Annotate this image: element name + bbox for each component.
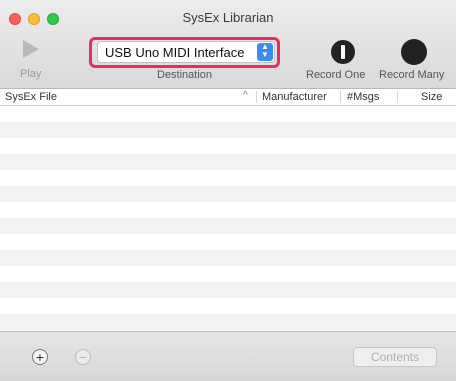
table-row[interactable] — [0, 314, 456, 330]
add-button[interactable]: + — [32, 349, 48, 365]
column-header-manufacturer[interactable]: Manufacturer — [262, 91, 327, 103]
table-row[interactable] — [0, 218, 456, 234]
destination-label: Destination — [157, 69, 213, 81]
table-row[interactable] — [0, 202, 456, 218]
table-row[interactable] — [0, 298, 456, 314]
toolbar: SysEx Librarian Play USB Uno MIDI Interf… — [0, 0, 456, 89]
sysex-file-list[interactable] — [0, 106, 456, 331]
play-button[interactable]: Play — [14, 40, 50, 82]
table-row[interactable] — [0, 154, 456, 170]
record-one-button[interactable] — [331, 40, 355, 64]
contents-button[interactable]: Contents — [353, 347, 437, 367]
column-divider — [256, 91, 257, 103]
table-row[interactable] — [0, 234, 456, 250]
destination-value: USB Uno MIDI Interface — [105, 45, 245, 60]
table-row[interactable] — [0, 138, 456, 154]
table-header: SysEx File ^ Manufacturer #Msgs Size — [0, 89, 456, 106]
table-row[interactable] — [0, 266, 456, 282]
record-many-button[interactable] — [401, 39, 427, 65]
column-header-size[interactable]: Size — [421, 91, 442, 103]
table-row[interactable] — [0, 122, 456, 138]
column-header-sysex-file[interactable]: SysEx File — [5, 91, 57, 103]
popup-arrows-icon: ▲ ▼ — [257, 43, 273, 61]
table-row[interactable] — [0, 106, 456, 122]
bottom-bar: + − Contents — [0, 331, 456, 381]
column-header-msgs[interactable]: #Msgs — [347, 91, 379, 103]
destination-popup[interactable]: USB Uno MIDI Interface ▲ ▼ — [97, 41, 275, 63]
table-row[interactable] — [0, 250, 456, 266]
play-icon — [23, 40, 39, 58]
remove-button[interactable]: − — [75, 349, 91, 365]
table-row[interactable] — [0, 282, 456, 298]
sort-ascending-icon: ^ — [243, 90, 248, 101]
play-label: Play — [20, 68, 42, 80]
column-divider — [397, 91, 398, 103]
record-one-icon — [341, 45, 345, 59]
column-divider — [340, 91, 341, 103]
table-row[interactable] — [0, 170, 456, 186]
sysex-librarian-window: SysEx Librarian Play USB Uno MIDI Interf… — [0, 0, 456, 381]
record-many-label: Record Many — [379, 69, 445, 81]
window-title: SysEx Librarian — [182, 10, 274, 25]
table-row[interactable] — [0, 186, 456, 202]
record-one-label: Record One — [306, 69, 366, 81]
